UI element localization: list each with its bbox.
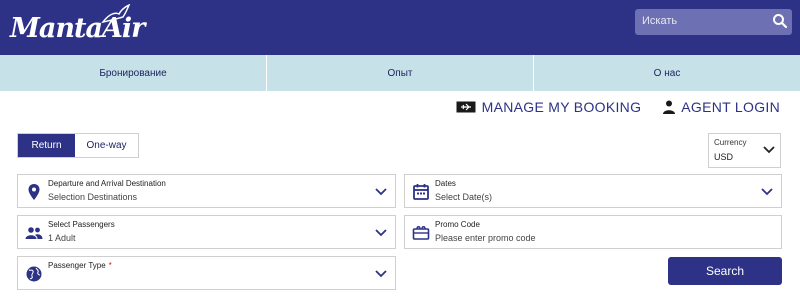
search-flights-button[interactable]: Search [668,257,782,285]
passengers-field[interactable]: Select Passengers 1 Adult [17,215,396,249]
currency-label: Currency [714,138,747,147]
promo-code-field[interactable]: Promo Code Please enter promo code [404,215,782,249]
account-links: MANAGE MY BOOKING AGENT LOGIN [456,99,780,115]
passengers-value: 1 Adult [48,233,76,243]
chevron-down-icon [375,270,387,278]
chevron-down-icon [375,188,387,196]
search-icon[interactable] [772,13,788,29]
agent-login-link[interactable]: AGENT LOGIN [663,99,780,115]
ticket-icon [412,226,430,240]
agent-login-label: AGENT LOGIN [681,99,780,115]
dates-label: Dates [435,179,456,188]
destination-label: Departure and Arrival Destination [48,179,166,188]
manta-air-logo[interactable]: MantaAir [6,4,145,48]
nav-item-about[interactable]: О нас [534,55,800,91]
one-way-tab[interactable]: One-way [75,134,138,157]
people-icon [25,227,43,239]
passenger-type-field[interactable]: Passenger Type * [17,256,396,290]
return-tab[interactable]: Return [18,134,75,157]
manage-booking-link[interactable]: MANAGE MY BOOKING [456,99,642,115]
chevron-down-icon [375,229,387,237]
chevron-down-icon [763,146,775,154]
nav-item-experience[interactable]: Опыт [267,55,534,91]
required-mark: * [108,261,112,270]
map-pin-icon [28,184,40,200]
passengers-label: Select Passengers [48,220,115,229]
globe-icon [26,266,42,282]
manta-ray-icon [101,4,131,24]
currency-value: USD [714,152,734,162]
search-input[interactable]: Искать [642,15,677,27]
promo-code-input[interactable]: Please enter promo code [435,233,536,243]
dates-value: Select Date(s) [435,192,493,202]
chevron-down-icon [761,188,773,196]
destination-value: Selection Destinations [48,192,138,202]
promo-code-label: Promo Code [435,220,480,229]
passenger-type-label: Passenger Type * [48,261,112,270]
calendar-icon [413,184,429,200]
airplane-ticket-icon [456,101,476,113]
destination-field[interactable]: Departure and Arrival Destination Select… [17,174,396,208]
manage-booking-label: MANAGE MY BOOKING [481,99,642,115]
main-nav: Бронирование Опыт О нас [0,55,800,91]
nav-item-booking[interactable]: Бронирование [0,55,267,91]
currency-select[interactable]: Currency USD [708,133,781,168]
dates-field[interactable]: Dates Select Date(s) [404,174,782,208]
search-box[interactable]: Искать [635,9,792,35]
user-icon [663,100,676,114]
trip-type-toggle: Return One-way [17,133,139,158]
header-bar: MantaAir Искать [0,0,800,55]
